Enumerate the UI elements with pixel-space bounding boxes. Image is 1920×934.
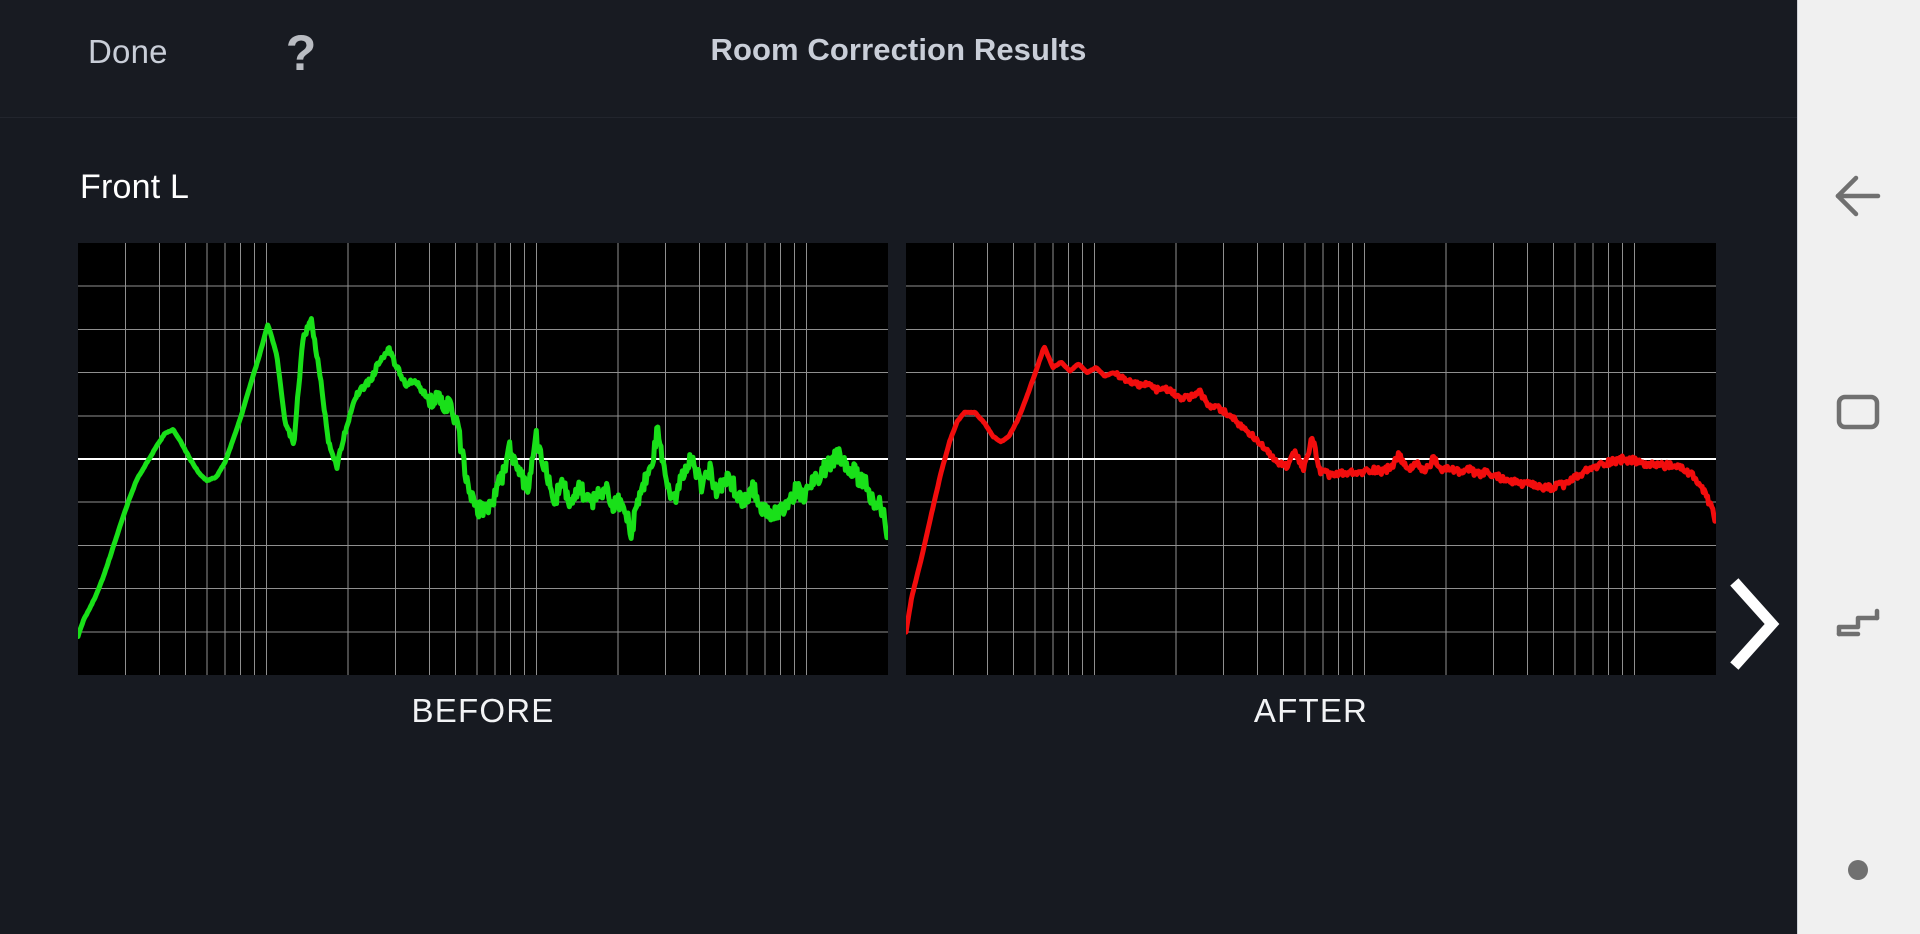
channel-name-label: Front L — [80, 168, 190, 206]
back-button[interactable] — [1826, 164, 1890, 228]
top-app-bar: Done ? Room Correction Results — [0, 0, 1797, 118]
page-title: Room Correction Results — [710, 32, 1087, 67]
arrow-left-icon — [1835, 175, 1881, 217]
frequency-response-graph-before — [78, 243, 888, 675]
recents-button[interactable] — [1826, 380, 1890, 444]
charts-row: BEFORE AFTER — [0, 243, 1797, 729]
chart-after: AFTER — [906, 243, 1716, 729]
results-content: Front L BEFORE AFTER — [0, 118, 1797, 934]
app-root: Done ? Room Correction Results Front L B… — [0, 0, 1920, 934]
android-navigation-bar — [1797, 0, 1920, 934]
chart-before-caption: BEFORE — [411, 692, 555, 729]
phone-screen: Done ? Room Correction Results Front L B… — [0, 0, 1797, 934]
frequency-response-graph-after — [906, 243, 1716, 675]
dot-icon[interactable] — [1848, 860, 1868, 880]
chart-before: BEFORE — [78, 243, 888, 729]
split-screen-button[interactable] — [1826, 594, 1890, 658]
rounded-square-icon — [1836, 394, 1880, 430]
chart-after-caption: AFTER — [1253, 692, 1369, 729]
chart-after-plot — [906, 243, 1716, 675]
chevron-right-icon — [1730, 578, 1780, 670]
split-screen-icon — [1836, 608, 1880, 637]
chart-before-plot — [78, 243, 888, 675]
next-channel-button[interactable] — [1730, 578, 1782, 670]
